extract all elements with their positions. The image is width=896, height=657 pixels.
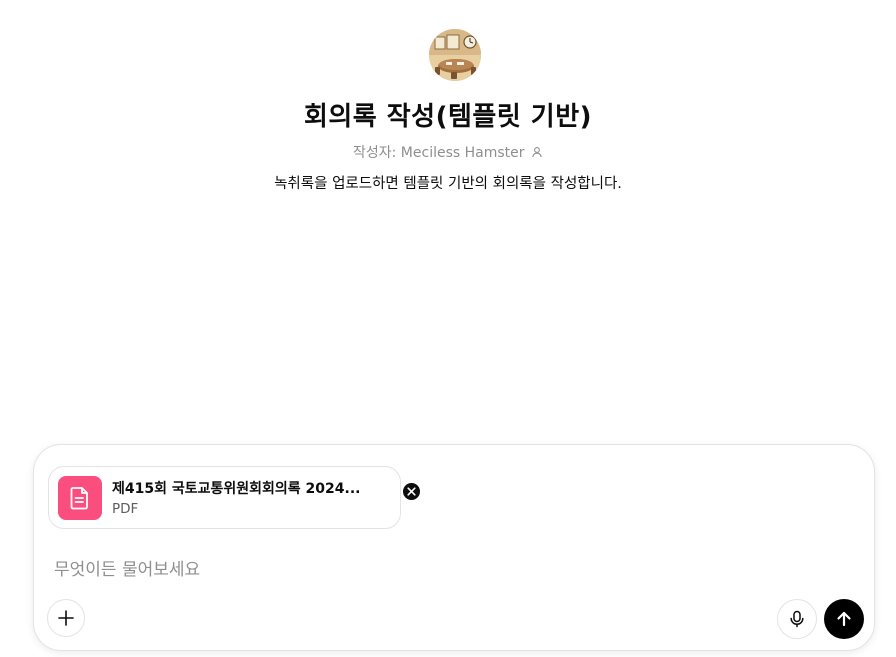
remove-attachment-button[interactable] [402,482,421,501]
close-icon [407,487,416,496]
voice-input-button[interactable] [777,599,817,639]
prompt-input[interactable] [54,557,834,583]
gpt-title: 회의록 작성(템플릿 기반) [303,102,593,132]
file-attachment[interactable]: 제415회 국토교통위원회회의록 2024... PDF [48,466,421,529]
attachment-file-type: PDF [112,501,139,517]
document-icon [58,476,102,520]
send-button[interactable] [824,599,864,639]
arrow-up-icon [837,611,851,627]
gpt-avatar [429,29,481,81]
gpt-author[interactable]: 작성자: Meciless Hamster [0,142,896,162]
plus-icon [58,610,74,626]
message-composer: 제415회 국토교통위원회회의록 2024... PDF [33,444,875,651]
meeting-room-illustration-icon [429,29,481,81]
person-icon [531,146,543,162]
attachment-file-name: 제415회 국토교통위원회회의록 2024... [112,481,361,497]
gpt-chat-page: 회의록 작성(템플릿 기반) 작성자: Meciless Hamster 녹취록… [0,0,896,657]
gpt-description: 녹취록을 업로드하면 템플릿 기반의 회의록을 작성합니다. [274,176,622,192]
microphone-icon [790,610,804,628]
author-label: 작성자: Meciless Hamster [353,145,525,161]
add-attachment-button[interactable] [47,599,85,637]
